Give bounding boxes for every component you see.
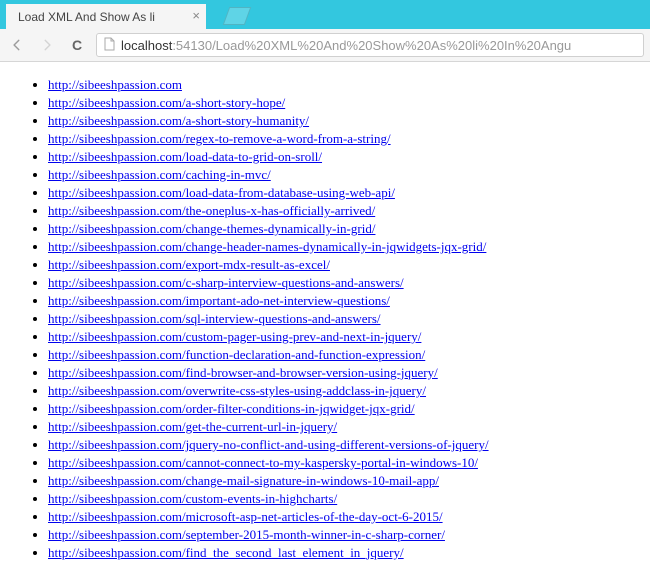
url-path: :54130/Load%20XML%20And%20Show%20As%20li… bbox=[172, 38, 571, 53]
reload-button[interactable]: C bbox=[66, 34, 88, 56]
link[interactable]: http://sibeeshpassion.com/regex-to-remov… bbox=[48, 131, 391, 146]
browser-toolbar: C localhost:54130/Load%20XML%20And%20Sho… bbox=[0, 29, 650, 62]
arrow-right-icon bbox=[40, 38, 54, 52]
reload-icon: C bbox=[72, 37, 82, 53]
list-item: http://sibeeshpassion.com/september-2015… bbox=[48, 526, 638, 544]
list-item: http://sibeeshpassion.com/custom-events-… bbox=[48, 490, 638, 508]
forward-button[interactable] bbox=[36, 34, 58, 56]
list-item: http://sibeeshpassion.com/caching-in-mvc… bbox=[48, 166, 638, 184]
list-item: http://sibeeshpassion.com/microsoft-asp-… bbox=[48, 508, 638, 526]
list-item: http://sibeeshpassion.com/sql-interview-… bbox=[48, 310, 638, 328]
page-content: http://sibeeshpassion.com http://sibeeshp… bbox=[0, 62, 650, 561]
list-item: http://sibeeshpassion.com/load-data-from… bbox=[48, 184, 638, 202]
tab-title: Load XML And Show As li bbox=[18, 10, 155, 24]
list-item: http://sibeeshpassion.com/important-ado-… bbox=[48, 292, 638, 310]
list-item: http://sibeeshpassion.com/change-header-… bbox=[48, 238, 638, 256]
list-item: http://sibeeshpassion.com bbox=[48, 76, 638, 94]
link[interactable]: http://sibeeshpassion.com/order-filter-c… bbox=[48, 401, 415, 416]
close-icon[interactable]: × bbox=[192, 9, 200, 22]
list-item: http://sibeeshpassion.com/function-decla… bbox=[48, 346, 638, 364]
list-item: http://sibeeshpassion.com/change-themes-… bbox=[48, 220, 638, 238]
link[interactable]: http://sibeeshpassion.com/get-the-curren… bbox=[48, 419, 337, 434]
link[interactable]: http://sibeeshpassion.com/microsoft-asp-… bbox=[48, 509, 443, 524]
list-item: http://sibeeshpassion.com/overwrite-css-… bbox=[48, 382, 638, 400]
list-item: http://sibeeshpassion.com/export-mdx-res… bbox=[48, 256, 638, 274]
address-bar[interactable]: localhost:54130/Load%20XML%20And%20Show%… bbox=[96, 33, 644, 57]
list-item: http://sibeeshpassion.com/load-data-to-g… bbox=[48, 148, 638, 166]
link[interactable]: http://sibeeshpassion.com/change-header-… bbox=[48, 239, 486, 254]
link[interactable]: http://sibeeshpassion.com/important-ado-… bbox=[48, 293, 390, 308]
link[interactable]: http://sibeeshpassion.com/find_the_secon… bbox=[48, 545, 404, 560]
link[interactable]: http://sibeeshpassion.com/function-decla… bbox=[48, 347, 425, 362]
page-icon bbox=[103, 37, 115, 54]
link[interactable]: http://sibeeshpassion.com/change-mail-si… bbox=[48, 473, 439, 488]
link[interactable]: http://sibeeshpassion.com bbox=[48, 77, 182, 92]
list-item: http://sibeeshpassion.com/get-the-curren… bbox=[48, 418, 638, 436]
link-list: http://sibeeshpassion.com http://sibeeshp… bbox=[12, 76, 638, 561]
list-item: http://sibeeshpassion.com/a-short-story-… bbox=[48, 112, 638, 130]
link[interactable]: http://sibeeshpassion.com/the-oneplus-x-… bbox=[48, 203, 375, 218]
list-item: http://sibeeshpassion.com/change-mail-si… bbox=[48, 472, 638, 490]
link[interactable]: http://sibeeshpassion.com/sql-interview-… bbox=[48, 311, 381, 326]
new-tab-button[interactable] bbox=[223, 7, 252, 25]
arrow-left-icon bbox=[10, 38, 24, 52]
list-item: http://sibeeshpassion.com/a-short-story-… bbox=[48, 94, 638, 112]
browser-tab[interactable]: Load XML And Show As li × bbox=[6, 4, 206, 29]
list-item: http://sibeeshpassion.com/custom-pager-u… bbox=[48, 328, 638, 346]
link[interactable]: http://sibeeshpassion.com/jquery-no-conf… bbox=[48, 437, 489, 452]
link[interactable]: http://sibeeshpassion.com/c-sharp-interv… bbox=[48, 275, 404, 290]
list-item: http://sibeeshpassion.com/cannot-connect… bbox=[48, 454, 638, 472]
link[interactable]: http://sibeeshpassion.com/overwrite-css-… bbox=[48, 383, 426, 398]
list-item: http://sibeeshpassion.com/regex-to-remov… bbox=[48, 130, 638, 148]
link[interactable]: http://sibeeshpassion.com/custom-events-… bbox=[48, 491, 337, 506]
list-item: http://sibeeshpassion.com/order-filter-c… bbox=[48, 400, 638, 418]
link[interactable]: http://sibeeshpassion.com/custom-pager-u… bbox=[48, 329, 421, 344]
link[interactable]: http://sibeeshpassion.com/september-2015… bbox=[48, 527, 445, 542]
link[interactable]: http://sibeeshpassion.com/cannot-connect… bbox=[48, 455, 478, 470]
link[interactable]: http://sibeeshpassion.com/export-mdx-res… bbox=[48, 257, 330, 272]
list-item: http://sibeeshpassion.com/c-sharp-interv… bbox=[48, 274, 638, 292]
list-item: http://sibeeshpassion.com/jquery-no-conf… bbox=[48, 436, 638, 454]
link[interactable]: http://sibeeshpassion.com/caching-in-mvc… bbox=[48, 167, 271, 182]
url-host: localhost bbox=[121, 38, 172, 53]
link[interactable]: http://sibeeshpassion.com/change-themes-… bbox=[48, 221, 375, 236]
list-item: http://sibeeshpassion.com/find-browser-a… bbox=[48, 364, 638, 382]
link[interactable]: http://sibeeshpassion.com/a-short-story-… bbox=[48, 95, 285, 110]
link[interactable]: http://sibeeshpassion.com/a-short-story-… bbox=[48, 113, 309, 128]
back-button[interactable] bbox=[6, 34, 28, 56]
link[interactable]: http://sibeeshpassion.com/find-browser-a… bbox=[48, 365, 438, 380]
list-item: http://sibeeshpassion.com/find_the_secon… bbox=[48, 544, 638, 561]
link[interactable]: http://sibeeshpassion.com/load-data-from… bbox=[48, 185, 395, 200]
tab-strip: Load XML And Show As li × bbox=[0, 0, 650, 29]
link[interactable]: http://sibeeshpassion.com/load-data-to-g… bbox=[48, 149, 322, 164]
list-item: http://sibeeshpassion.com/the-oneplus-x-… bbox=[48, 202, 638, 220]
